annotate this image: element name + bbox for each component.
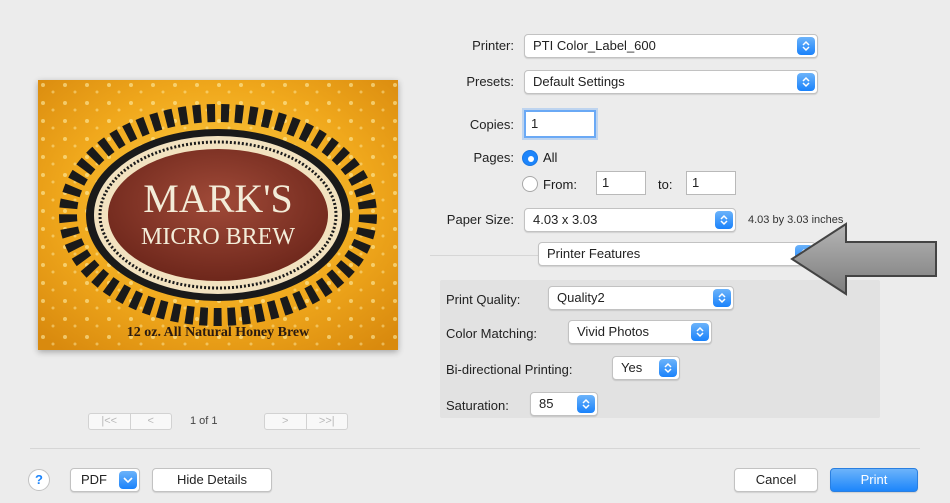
paper-size-value: 4.03 x 3.03 bbox=[533, 212, 598, 227]
printer-label: Printer: bbox=[472, 38, 514, 53]
pages-all-radio[interactable] bbox=[522, 150, 538, 166]
pager-forward-group: > >>| bbox=[264, 413, 348, 430]
pages-range-radio[interactable] bbox=[522, 176, 538, 192]
presets-select[interactable]: Default Settings bbox=[524, 70, 818, 94]
print-quality-label: Print Quality: bbox=[446, 292, 521, 307]
color-matching-label: Color Matching: bbox=[446, 326, 538, 341]
chevron-updown-icon bbox=[659, 359, 677, 377]
saturation-select[interactable]: 85 bbox=[530, 392, 598, 416]
presets-label: Presets: bbox=[466, 74, 514, 89]
paper-size-select[interactable]: 4.03 x 3.03 bbox=[524, 208, 736, 232]
cancel-button[interactable]: Cancel bbox=[734, 468, 818, 492]
chevron-updown-icon bbox=[715, 211, 733, 229]
saturation-label: Saturation: bbox=[446, 398, 509, 413]
printer-value: PTI Color_Label_600 bbox=[533, 38, 656, 53]
print-quality-select[interactable]: Quality2 bbox=[548, 286, 734, 310]
help-button[interactable]: ? bbox=[28, 469, 50, 491]
last-page-button[interactable]: >>| bbox=[305, 414, 348, 429]
label-title-line1: MARK'S bbox=[143, 176, 292, 221]
pdf-button[interactable]: PDF bbox=[70, 468, 140, 492]
paper-size-label: Paper Size: bbox=[446, 212, 514, 227]
pages-all-label: All bbox=[543, 150, 558, 165]
page-indicator: 1 of 1 bbox=[190, 415, 218, 427]
pages-label: Pages: bbox=[473, 150, 514, 165]
section-value: Printer Features bbox=[547, 246, 641, 261]
pages-to-label: to: bbox=[658, 177, 673, 192]
copies-field[interactable]: 1 bbox=[524, 110, 596, 138]
chevron-updown-icon bbox=[797, 37, 815, 55]
next-page-button[interactable]: > bbox=[265, 414, 306, 429]
presets-value: Default Settings bbox=[533, 74, 625, 89]
chevron-updown-icon bbox=[713, 289, 731, 307]
pages-to-field[interactable]: 1 bbox=[686, 171, 736, 195]
print-button[interactable]: Print bbox=[830, 468, 918, 492]
hide-details-button[interactable]: Hide Details bbox=[152, 468, 272, 492]
pdf-label: PDF bbox=[81, 472, 107, 487]
pages-from-label: From: bbox=[543, 177, 577, 192]
label-artwork: MARK'S MICRO BREW 12 oz. All Natural Hon… bbox=[38, 80, 398, 350]
pager-back-group: |<< < bbox=[88, 413, 172, 430]
bidirectional-label: Bi-directional Printing: bbox=[446, 362, 573, 377]
first-page-button[interactable]: |<< bbox=[89, 414, 130, 429]
chevron-updown-icon bbox=[691, 323, 709, 341]
chevron-updown-icon bbox=[797, 73, 815, 91]
print-quality-value: Quality2 bbox=[557, 290, 605, 305]
arrow-left-icon bbox=[790, 222, 937, 296]
chevron-updown-icon bbox=[577, 395, 595, 413]
label-caption: 12 oz. All Natural Honey Brew bbox=[127, 325, 310, 340]
chevron-down-icon bbox=[119, 471, 137, 489]
print-preview: MARK'S MICRO BREW 12 oz. All Natural Hon… bbox=[38, 80, 398, 350]
color-matching-select[interactable]: Vivid Photos bbox=[568, 320, 712, 344]
label-title-line2: MICRO BREW bbox=[141, 224, 295, 250]
bidirectional-select[interactable]: Yes bbox=[612, 356, 680, 380]
prev-page-button[interactable]: < bbox=[129, 414, 172, 429]
print-dialog: MARK'S MICRO BREW 12 oz. All Natural Hon… bbox=[0, 0, 950, 503]
copies-label: Copies: bbox=[469, 117, 514, 132]
color-matching-value: Vivid Photos bbox=[577, 324, 650, 339]
footer-separator bbox=[30, 448, 920, 449]
bidirectional-value: Yes bbox=[621, 360, 643, 375]
section-select[interactable]: Printer Features bbox=[538, 242, 816, 266]
saturation-value: 85 bbox=[539, 396, 554, 411]
pages-from-field[interactable]: 1 bbox=[596, 171, 646, 195]
printer-select[interactable]: PTI Color_Label_600 bbox=[524, 34, 818, 58]
